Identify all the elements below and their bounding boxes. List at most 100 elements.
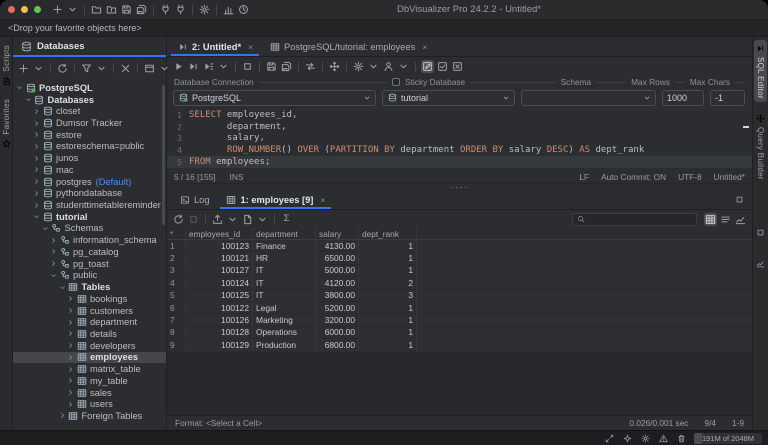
cell-dept-rank[interactable]: 1 <box>359 339 417 350</box>
table-row-4[interactable]: 4100124IT4120.002 <box>167 277 752 289</box>
new-object-icon[interactable] <box>51 3 64 16</box>
execute-current-icon[interactable] <box>187 60 200 73</box>
tree-collapse-arrow-icon[interactable] <box>58 284 67 291</box>
tree-expand-arrow-icon[interactable] <box>66 307 75 314</box>
filter-icon[interactable] <box>80 62 93 75</box>
reconnect-icon[interactable] <box>174 3 187 16</box>
cell-dept-rank[interactable]: 1 <box>359 265 417 276</box>
permissions-menu-icon[interactable] <box>397 60 410 73</box>
grid-view-icon[interactable] <box>704 213 717 226</box>
tool-strip-tab-sql-editor[interactable]: SQL Editor <box>754 40 767 102</box>
format-sql-icon[interactable] <box>328 60 341 73</box>
cell-salary[interactable]: 6500.00 <box>316 252 359 263</box>
cell-salary[interactable]: 3200.00 <box>316 314 359 325</box>
export-icon[interactable] <box>211 213 224 226</box>
tree-item-information-schema[interactable]: information_schema <box>13 234 166 246</box>
tab-databases[interactable]: Databases <box>13 37 166 57</box>
tree-expand-arrow-icon[interactable] <box>66 319 75 326</box>
tree-scrollbar[interactable] <box>162 85 165 225</box>
tree-item-closet[interactable]: closet <box>13 105 166 117</box>
connect-icon[interactable] <box>159 3 172 16</box>
tree-item-public[interactable]: public <box>13 270 166 282</box>
cell-dept-rank[interactable]: 1 <box>359 240 417 251</box>
cell-employees-id[interactable]: 100127 <box>186 265 253 276</box>
tree-item-sales[interactable]: sales <box>13 387 166 399</box>
save-sql-as-icon[interactable] <box>280 60 293 73</box>
options-menu-icon[interactable] <box>367 60 380 73</box>
close-tab-icon[interactable]: × <box>422 42 427 52</box>
editor-tab-2-untitled[interactable]: 2: Untitled*× <box>169 37 261 56</box>
tree-expand-arrow-icon[interactable] <box>32 190 41 197</box>
restore-panel-icon[interactable] <box>755 227 766 238</box>
tree-item-matrix-table[interactable]: matrix_table <box>13 363 166 375</box>
row-number[interactable]: 6 <box>167 302 186 313</box>
tree-expand-arrow-icon[interactable] <box>66 354 75 361</box>
row-number[interactable]: 2 <box>167 252 186 263</box>
minimize-window-button[interactable] <box>21 6 28 13</box>
stop-result-icon[interactable] <box>187 213 200 226</box>
tree-item-studenttimetablereminder[interactable]: studenttimetablereminder <box>13 199 166 211</box>
cell-employees-id[interactable]: 100128 <box>186 327 253 338</box>
tree-item-my-table[interactable]: my_table <box>13 375 166 387</box>
table-row-8[interactable]: 8100128Operations6000.001 <box>167 327 752 339</box>
cell-department[interactable]: Production <box>253 339 316 350</box>
tree-expand-arrow-icon[interactable] <box>32 178 41 185</box>
cell-dept-rank[interactable]: 2 <box>359 277 417 288</box>
row-number[interactable]: 1 <box>167 240 186 251</box>
close-tab-icon[interactable]: × <box>320 195 325 205</box>
cell-department[interactable]: Operations <box>253 327 316 338</box>
tree-item-mac[interactable]: mac <box>13 164 166 176</box>
chart-view-icon[interactable] <box>734 213 747 226</box>
refresh-result-icon[interactable] <box>172 213 185 226</box>
window-menu-icon[interactable] <box>158 62 171 75</box>
cell-salary[interactable]: 3800.00 <box>316 290 359 301</box>
table-row-9[interactable]: 9100129Production6800.001 <box>167 339 752 351</box>
tree-expand-arrow-icon[interactable] <box>66 330 75 337</box>
maximize-results-icon[interactable] <box>735 195 746 206</box>
tree-expand-arrow-icon[interactable] <box>32 143 41 150</box>
tree-expand-arrow-icon[interactable] <box>58 412 67 419</box>
text-view-icon[interactable] <box>719 213 732 226</box>
tree-item-estoreschema-public[interactable]: estoreschema=public <box>13 141 166 153</box>
tree-item-employees[interactable]: employees <box>13 352 166 364</box>
tree-item-dumsor-tracker[interactable]: Dumsor Tracker <box>13 117 166 129</box>
tree-expand-arrow-icon[interactable] <box>32 108 41 115</box>
cell-salary[interactable]: 4120.00 <box>316 277 359 288</box>
tree-item-databases[interactable]: Databases <box>13 94 166 106</box>
cell-employees-id[interactable]: 100121 <box>186 252 253 263</box>
table-row-3[interactable]: 3100127IT5000.001 <box>167 265 752 277</box>
cell-department[interactable]: IT <box>253 277 316 288</box>
auto-commit-box-icon[interactable] <box>436 60 449 73</box>
cell-dept-rank[interactable]: 1 <box>359 327 417 338</box>
cell-department[interactable]: Finance <box>253 240 316 251</box>
cell-employees-id[interactable]: 100126 <box>186 314 253 325</box>
row-number[interactable]: 9 <box>167 339 186 350</box>
execute-buffer-icon[interactable] <box>202 60 215 73</box>
tree-item-postgresql[interactable]: PostgreSQL <box>13 82 166 94</box>
open-in-window-icon[interactable] <box>143 62 156 75</box>
tree-item-pg-catalog[interactable]: pg_catalog <box>13 246 166 258</box>
tree-item-foreign-tables[interactable]: Foreign Tables <box>13 410 166 422</box>
table-row-5[interactable]: 5100125IT3800.003 <box>167 290 752 302</box>
cell-salary[interactable]: 5000.00 <box>316 265 359 276</box>
close-tab-icon[interactable]: × <box>248 42 253 52</box>
close-window-button[interactable] <box>8 6 15 13</box>
warnings-icon[interactable] <box>658 433 669 444</box>
sticky-database-checkbox[interactable] <box>392 78 400 86</box>
max-chars-input[interactable] <box>710 90 745 106</box>
tree-expand-arrow-icon[interactable] <box>32 202 41 209</box>
export-menu-icon[interactable] <box>226 213 239 226</box>
connection-select[interactable]: PostgreSQL <box>173 90 376 106</box>
ai-assistant-spark-icon[interactable] <box>622 433 633 444</box>
chart-panel-icon[interactable] <box>755 258 766 269</box>
tree-item-junos[interactable]: junos <box>13 152 166 164</box>
cell-employees-id[interactable]: 100125 <box>186 290 253 301</box>
tree-item-department[interactable]: department <box>13 316 166 328</box>
cell-salary[interactable]: 6800.00 <box>316 339 359 350</box>
save-icon[interactable] <box>120 3 133 16</box>
permissions-user-icon[interactable] <box>382 60 395 73</box>
tree-expand-arrow-icon[interactable] <box>66 366 75 373</box>
tree-item-developers[interactable]: developers <box>13 340 166 352</box>
row-number[interactable]: 5 <box>167 290 186 301</box>
tree-expand-arrow-icon[interactable] <box>66 295 75 302</box>
